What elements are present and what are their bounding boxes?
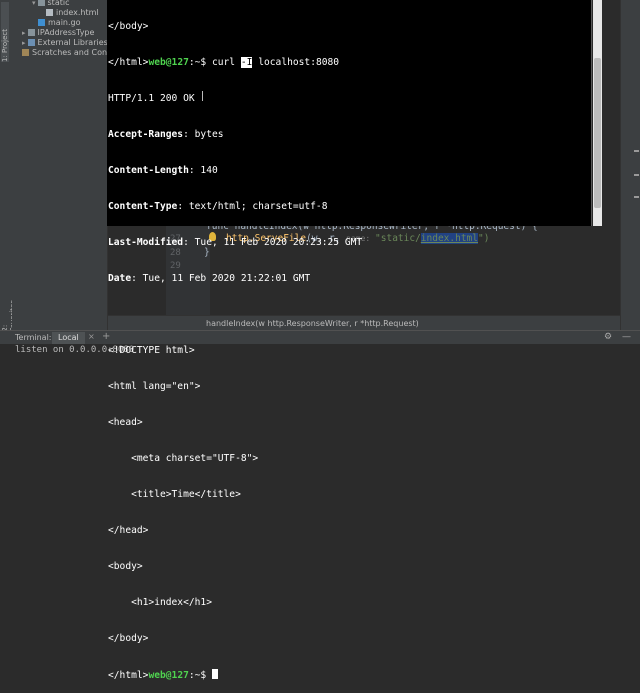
terminal-line: <body> <box>108 561 143 572</box>
terminal-line: Content-Length: 140 <box>108 165 218 176</box>
mouse-ibeam-cursor <box>202 91 203 101</box>
folder-icon <box>27 29 35 36</box>
scroll-marker <box>634 196 639 198</box>
terminal-line: Content-Type: text/html; charset=utf-8 <box>108 201 328 212</box>
tree-item-external-libraries[interactable]: ▸ External Libraries <box>12 38 117 48</box>
terminal-line: <title>Time</title> <box>108 489 241 500</box>
terminal-line: Last-Modified: Tue, 11 Feb 2020 20:23:25… <box>108 237 363 248</box>
terminal-line: <head> <box>108 417 143 428</box>
terminal-line: Date: Tue, 11 Feb 2020 21:22:01 GMT <box>108 273 311 284</box>
editor-scrollbar[interactable] <box>620 0 640 330</box>
go-file-icon <box>38 19 45 26</box>
project-panel: ▾ static index.html main.go ▸ IPAddressTyp… <box>12 0 117 330</box>
terminal-cursor <box>211 669 218 679</box>
selected-flag: -I <box>240 57 253 68</box>
selected-text: index.html <box>420 233 478 244</box>
terminal-line: </body> <box>108 633 149 644</box>
tree-item-ipaddresstype[interactable]: ▸ IPAddressType <box>12 28 117 38</box>
folder-icon <box>37 0 45 6</box>
prompt-user: web@127 <box>148 57 189 68</box>
scroll-marker <box>634 150 639 152</box>
prompt-user: web@127 <box>148 670 189 681</box>
tree-item-scratches[interactable]: Scratches and Consoles <box>12 48 117 58</box>
scroll-marker <box>634 174 639 176</box>
terminal-line: <html lang="en"> <box>108 381 201 392</box>
terminal-scrollbar[interactable] <box>593 0 602 226</box>
terminal-scrollbar-thumb[interactable] <box>594 58 601 208</box>
terminal-line: <h1>index</h1> <box>108 597 212 608</box>
terminal-line: </head> <box>108 525 149 536</box>
terminal-line: </html>web@127:~$ curl -I localhost:8080 <box>108 57 340 68</box>
terminal-line: </body> <box>108 21 149 32</box>
minimize-icon[interactable]: — <box>622 332 631 342</box>
scratch-icon <box>22 49 29 56</box>
gear-icon[interactable]: ⚙ <box>604 332 612 342</box>
chevron-down-icon[interactable]: ▾ <box>32 0 36 7</box>
terminal-line: <!DOCTYPE html> <box>108 345 195 356</box>
chevron-right-icon[interactable]: ▸ <box>22 39 26 47</box>
terminal-content: </body> </html>web@127:~$ curl -I localh… <box>108 0 362 693</box>
html-file-icon <box>46 9 53 16</box>
terminal-line: <meta charset="UTF-8"> <box>108 453 259 464</box>
chevron-right-icon[interactable]: ▸ <box>22 29 26 37</box>
terminal-tab-local[interactable]: Local <box>52 332 85 344</box>
terminal-line: </html>web@127:~$ <box>108 669 362 681</box>
project-tool-tab[interactable]: 1: Project <box>1 2 9 62</box>
library-icon <box>27 39 35 46</box>
terminal-panel-title: Terminal: <box>15 333 52 342</box>
terminal-line: HTTP/1.1 200 OK <box>108 93 195 104</box>
close-icon[interactable]: × <box>88 332 95 341</box>
terminal-line: Accept-Ranges: bytes <box>108 129 224 140</box>
